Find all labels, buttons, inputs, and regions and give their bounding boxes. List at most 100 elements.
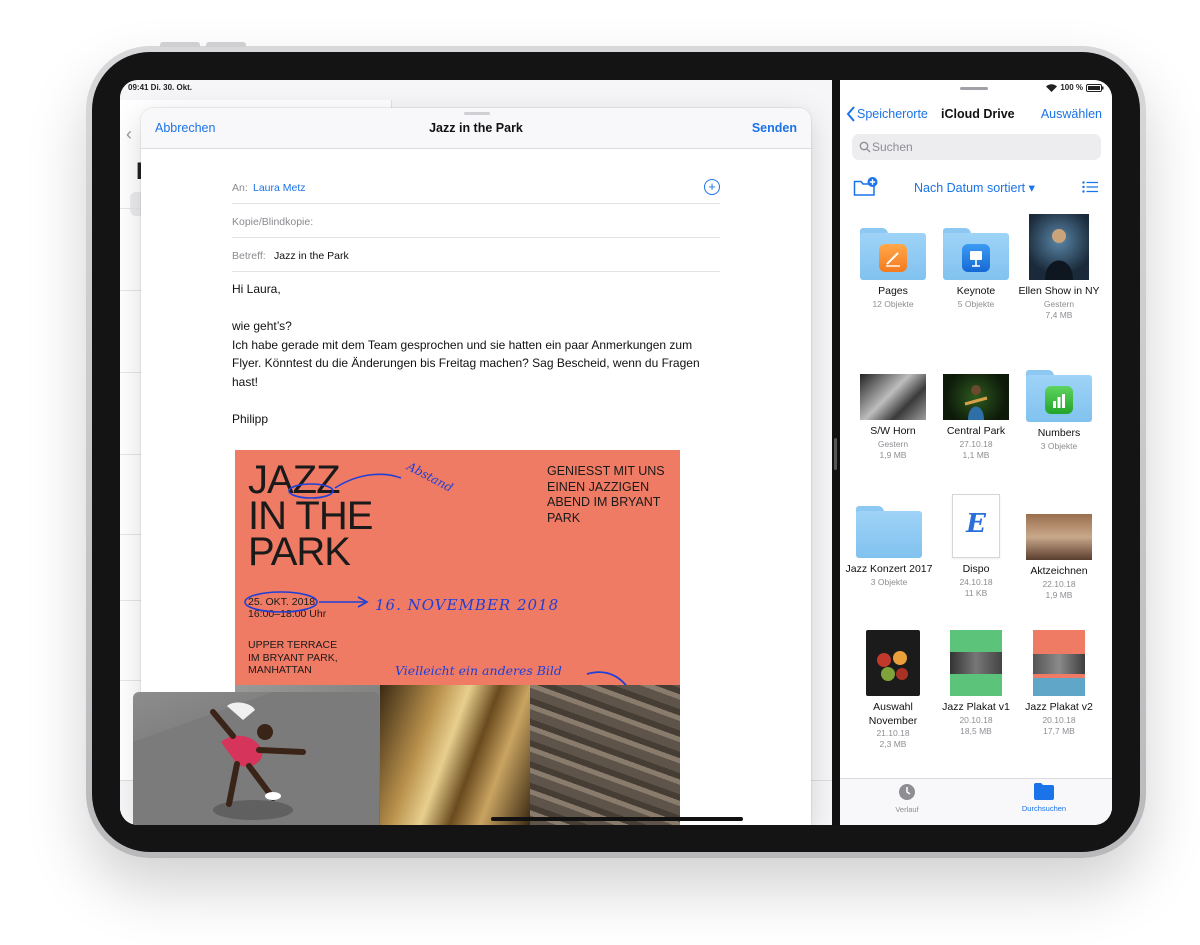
file-name: Jazz Plakat v2 [1025,701,1093,713]
file-name: S/W Horn [870,425,916,437]
files-app: 100 % Speicherorte iCloud Drive Auswähle… [840,80,1112,825]
multitasking-pill[interactable] [960,87,988,90]
ipad-screen: 09:41 Di. 30. Okt. ‹ I Abbrechen Jazz in… [120,80,1112,825]
files-tab-bar: Verlauf Durchsuchen [840,778,1112,825]
file-item-keynote[interactable]: Keynote 5 Objekte [932,210,1020,310]
folder-icon [856,506,922,558]
file-item-central-park[interactable]: Central Park 27.10.18 1,1 MB [932,370,1020,461]
back-label: Speicherorte [857,107,928,121]
file-size: 7,4 MB [1045,309,1073,320]
note-image: Vielleicht ein anderes Bild [395,663,562,678]
auswahl-november-thumbnail [866,630,920,696]
to-label: An: [232,182,248,194]
back-to-locations[interactable]: Speicherorte [846,106,928,122]
chevron-left-icon [846,106,855,122]
file-meta: 20.10.18 [1042,714,1076,725]
split-view-divider[interactable] [832,80,840,825]
file-size: 2,3 MB [879,739,907,749]
file-name: Dispo [962,563,990,575]
battery-percent: 100 % [1060,83,1083,92]
clock-icon [899,784,915,800]
file-size: 1,9 MB [879,449,907,460]
add-recipient-icon[interactable]: + [704,179,720,195]
cc-field[interactable]: Kopie/Blindkopie: [232,204,720,238]
select-button[interactable]: Auswählen [1041,107,1102,121]
file-item-jazz-konzert-2017[interactable]: Jazz Konzert 2017 3 Objekte [845,506,933,588]
to-recipient[interactable]: Laura Metz [253,182,306,194]
numbers-app-icon [1045,386,1073,414]
folder-icon [1034,783,1054,800]
file-name: Jazz Konzert 2017 [845,563,933,575]
word-letter-icon: E [966,509,986,539]
sw-horn-thumbnail [860,374,926,420]
new-folder-icon[interactable] [853,177,879,197]
tab-durchsuchen[interactable]: Durchsuchen [1004,783,1084,813]
list-view-icon[interactable] [1082,181,1098,193]
search-field[interactable] [852,134,1101,160]
file-size: 17,7 MB [1043,725,1075,736]
document-icon: E [952,494,1000,558]
file-meta: 3 Objekte [1040,440,1078,451]
jazz-plakat-v2-thumbnail [1033,630,1085,696]
to-field[interactable]: An: Laura Metz + [232,170,720,204]
chevron-left-icon[interactable]: ‹ [126,124,132,145]
file-item-auswahl-november[interactable]: Auswahl November 21.10.18 2,3 MB [849,630,937,750]
file-name: Ellen Show in NY [1018,285,1100,297]
file-meta: 21.10.18 [876,728,910,738]
split-view-handle[interactable] [834,438,837,470]
file-name: Keynote [956,285,996,297]
subject-value[interactable]: Jazz in the Park [274,250,349,262]
file-item-numbers[interactable]: Numbers 3 Objekte [1015,370,1103,452]
subject-label: Betreff: [232,250,266,262]
folder-icon [860,228,926,280]
jazz-plakat-v1-thumbnail [950,630,1002,696]
search-input[interactable] [872,134,1092,160]
file-meta: 3 Objekte [870,576,908,587]
search-icon [859,141,871,153]
file-item-ellen-show[interactable]: Ellen Show in NY Gestern 7,4 MB [1015,210,1103,321]
folder-icon [943,228,1009,280]
compose-title: Jazz in the Park [429,121,523,135]
file-item-dispo[interactable]: E Dispo 24.10.18 11 KB [932,494,1020,599]
file-meta: 12 Objekte [872,298,914,309]
file-item-pages[interactable]: Pages 12 Objekte [849,210,937,310]
file-name: Central Park [946,425,1006,437]
subject-field[interactable]: Betreff: Jazz in the Park [232,238,720,272]
message-body[interactable]: Hi Laura, wie geht’s? Ich habe gerade mi… [232,280,712,429]
file-size: 18,5 MB [960,725,992,736]
picture-in-picture-video[interactable] [133,692,379,825]
file-name: Pages [878,285,908,297]
file-name: Auswahl November [868,701,918,727]
volume-button-2 [206,42,246,47]
poster-photo-tuba [380,685,530,825]
file-size: 1,1 MB [962,449,990,460]
status-time-date: 09:41 Di. 30. Okt. [128,83,193,92]
tab-label: Durchsuchen [1021,804,1067,813]
ellen-show-thumbnail [1029,214,1089,280]
sheet-grabber[interactable] [464,112,490,115]
file-meta: 24.10.18 [959,576,993,587]
file-size: 1,9 MB [1045,589,1073,600]
mail-app: 09:41 Di. 30. Okt. ‹ I Abbrechen Jazz in… [120,80,832,825]
wifi-icon [1046,83,1058,92]
file-item-jazz-plakat-v2[interactable]: Jazz Plakat v2 20.10.18 17,7 MB [1015,630,1103,737]
file-item-aktzeichnen[interactable]: Aktzeichnen 22.10.18 1,9 MB [1015,506,1103,601]
tab-verlauf[interactable]: Verlauf [867,783,947,814]
home-indicator[interactable] [491,817,743,821]
file-meta: 22.10.18 [1042,578,1076,589]
file-meta: 5 Objekte [957,298,995,309]
aktzeichnen-thumbnail [1026,514,1092,560]
status-right: 100 % [1046,83,1104,92]
sort-by-date-button[interactable]: Nach Datum sortiert ▾ [914,180,1035,195]
compose-nav-bar: Abbrechen Jazz in the Park Senden [141,108,811,149]
tab-label: Verlauf [895,805,919,814]
note-date: 16. NOVEMBER 2018 [375,596,560,614]
file-item-sw-horn[interactable]: S/W Horn Gestern 1,9 MB [849,370,937,461]
battery-icon [1086,83,1104,92]
file-meta: 27.10.18 [959,438,993,449]
file-meta: 20.10.18 [959,714,993,725]
files-toolbar: Nach Datum sortiert ▾ [840,175,1112,199]
file-item-jazz-plakat-v1[interactable]: Jazz Plakat v1 20.10.18 18,5 MB [932,630,1020,737]
send-button[interactable]: Senden [752,121,797,135]
file-size: 11 KB [964,587,988,598]
